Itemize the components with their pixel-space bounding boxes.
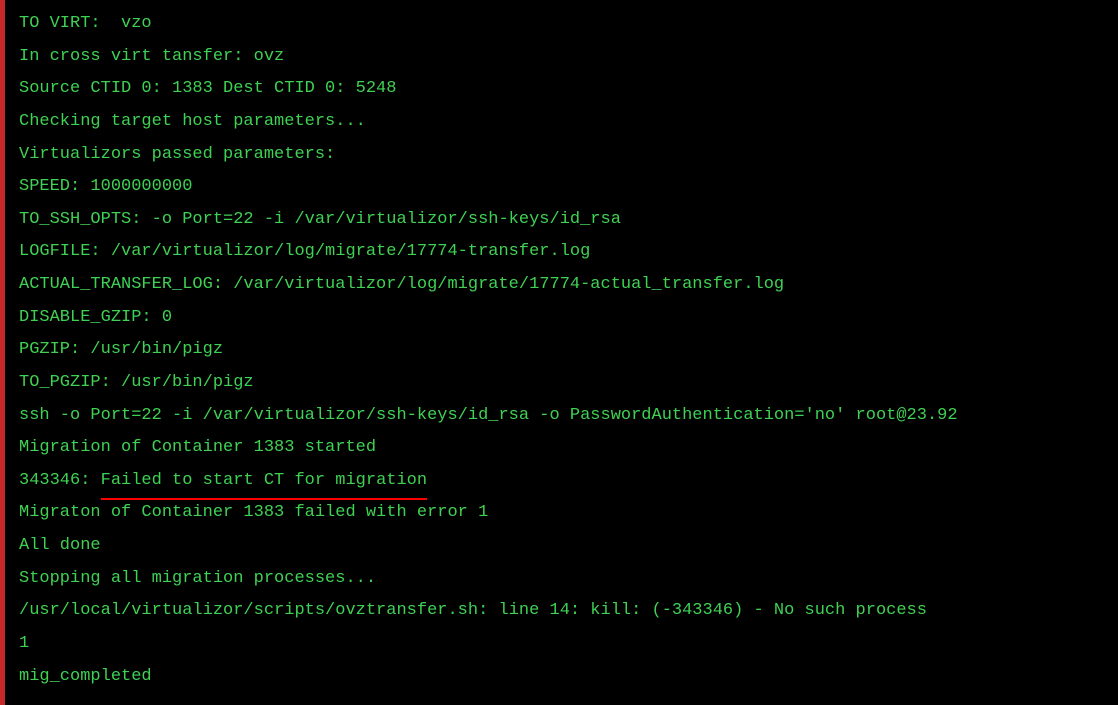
log-line-stopping: Stopping all migration processes... [19,563,1118,596]
log-line-speed: SPEED: 1000000000 [19,171,1118,204]
log-line-params-header: Virtualizors passed parameters: [19,139,1118,172]
log-line-disable-gzip: DISABLE_GZIP: 0 [19,302,1118,335]
log-line-cross-virt: In cross virt tansfer: ovz [19,41,1118,74]
log-line-prefix: 343346: [19,471,101,490]
log-line-error: 343346: Failed to start CT for migration [19,465,1118,498]
log-line-ssh-opts: TO_SSH_OPTS: -o Port=22 -i /var/virtuali… [19,204,1118,237]
log-line-all-done: All done [19,530,1118,563]
log-line-to-pgzip: TO_PGZIP: /usr/bin/pigz [19,367,1118,400]
log-line-ssh-cmd: ssh -o Port=22 -i /var/virtualizor/ssh-k… [19,400,1118,433]
log-line-mig-completed: mig_completed [19,661,1118,694]
log-line-kill-error: /usr/local/virtualizor/scripts/ovztransf… [19,595,1118,628]
log-line-migration-failed: Migraton of Container 1383 failed with e… [19,497,1118,530]
log-line-actual-log: ACTUAL_TRANSFER_LOG: /var/virtualizor/lo… [19,269,1118,302]
log-line-ctid: Source CTID 0: 1383 Dest CTID 0: 5248 [19,73,1118,106]
log-line-pgzip: PGZIP: /usr/bin/pigz [19,334,1118,367]
log-line-logfile: LOGFILE: /var/virtualizor/log/migrate/17… [19,236,1118,269]
log-line-checking: Checking target host parameters... [19,106,1118,139]
log-line-migration-started: Migration of Container 1383 started [19,432,1118,465]
log-line-to-virt: TO VIRT: vzo [19,8,1118,41]
terminal-output: TO VIRT: vzoIn cross virt tansfer: ovzSo… [19,8,1118,693]
log-line-exit-code: 1 [19,628,1118,661]
error-message-underlined: Failed to start CT for migration [101,465,427,498]
